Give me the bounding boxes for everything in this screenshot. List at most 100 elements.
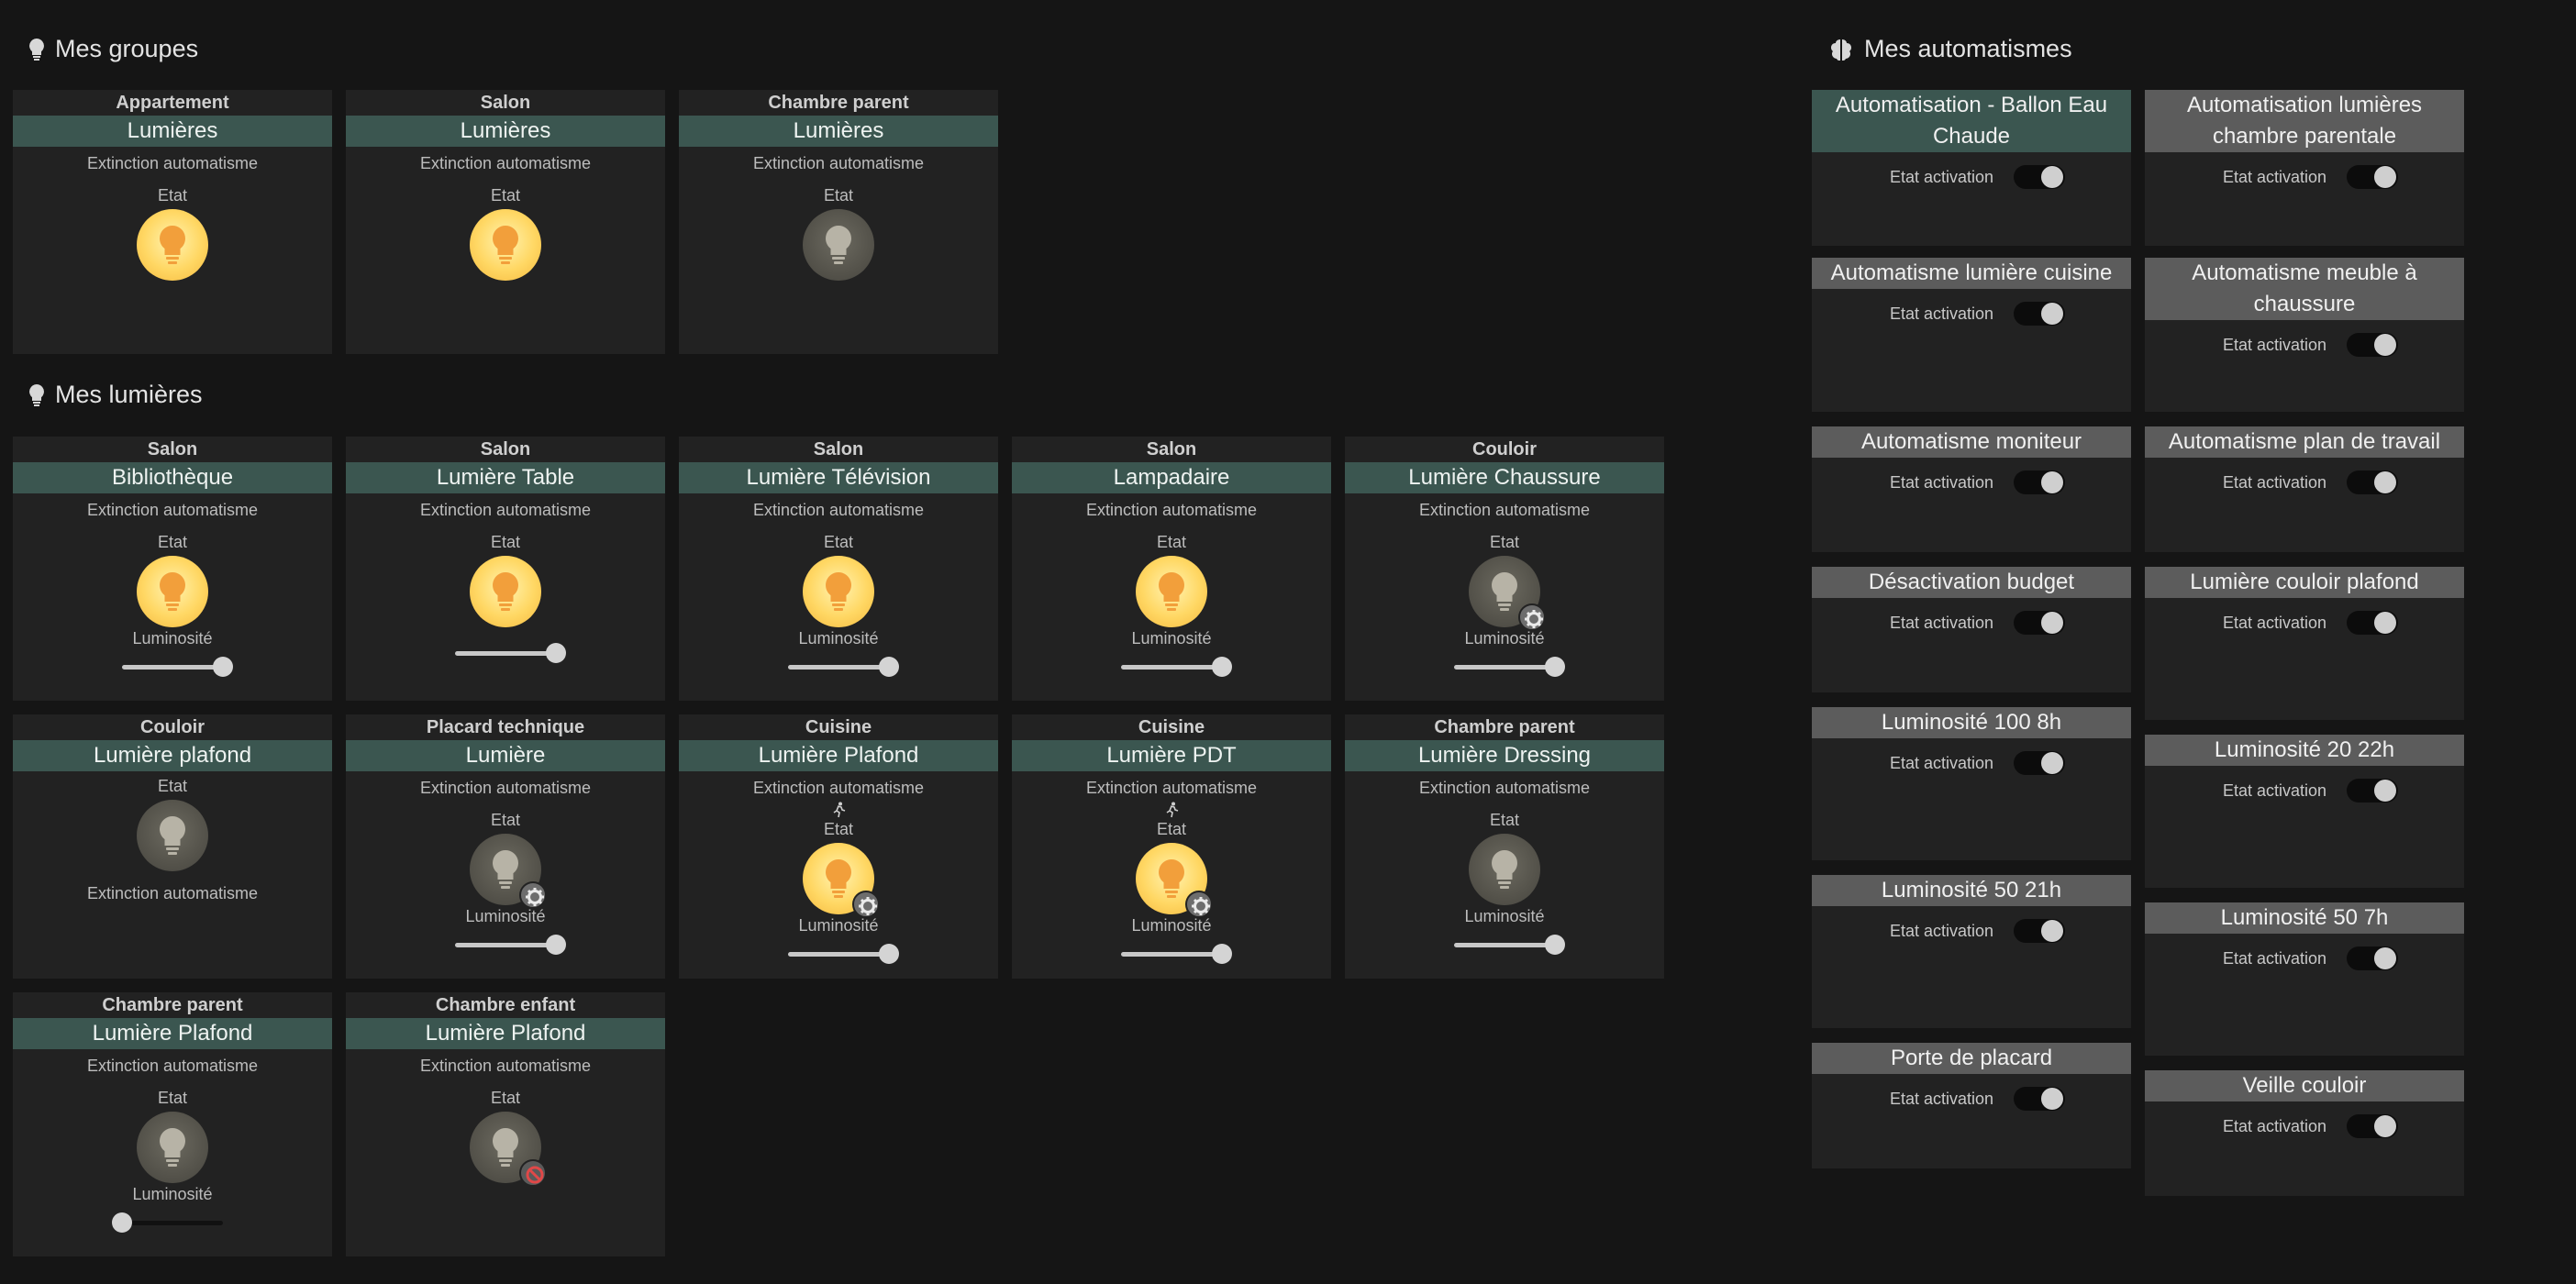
slider-thumb[interactable] (1212, 657, 1232, 677)
slider-thumb[interactable] (546, 643, 566, 663)
etat-label: Etat (490, 811, 521, 829)
device-name[interactable]: Lumière Plafond (13, 1018, 332, 1049)
light-toggle-on[interactable] (470, 209, 541, 281)
lightbulb-icon (1492, 572, 1517, 611)
automation-name[interactable]: Lumière couloir plafond (2145, 567, 2464, 598)
brightness-slider[interactable] (455, 934, 566, 956)
automation-name[interactable]: Luminosité 20 22h (2145, 735, 2464, 766)
slider-thumb[interactable] (112, 1212, 132, 1233)
lightbulb-icon (493, 226, 518, 264)
light-toggle-on[interactable] (1136, 556, 1207, 627)
automation-name[interactable]: Automatisme lumière cuisine (1812, 258, 2131, 289)
device-name[interactable]: Lumière Télévision (679, 462, 998, 493)
slider-thumb[interactable] (1212, 944, 1232, 964)
lightbulb-icon (826, 572, 851, 611)
etat-label: Etat (823, 186, 854, 205)
brightness-slider[interactable] (1121, 656, 1232, 678)
activation-toggle[interactable] (2347, 1114, 2398, 1138)
automation-name[interactable]: Automatisation - Ballon Eau Chaude (1812, 90, 2131, 152)
device-name[interactable]: Lumière Chaussure (1345, 462, 1664, 493)
automation-name[interactable]: Automatisation lumières chambre parental… (2145, 90, 2464, 152)
activation-label: Etat activation (2222, 780, 2326, 800)
activation-toggle[interactable] (2347, 470, 2398, 494)
slider-thumb[interactable] (879, 657, 899, 677)
toggle-knob (2374, 166, 2396, 188)
device-name[interactable]: Bibliothèque (13, 462, 332, 493)
slider-thumb[interactable] (879, 944, 899, 964)
activation-toggle[interactable] (2014, 1087, 2065, 1111)
automation-name[interactable]: Désactivation budget (1812, 567, 2131, 598)
activation-toggle[interactable] (2347, 779, 2398, 802)
light-toggle-on[interactable] (803, 556, 874, 627)
light-toggle-off[interactable] (1469, 556, 1546, 631)
automation-name[interactable]: Automatisme plan de travail (2145, 426, 2464, 458)
activation-toggle[interactable] (2347, 946, 2398, 970)
light-toggle-off[interactable] (470, 834, 547, 909)
activation-label: Etat activation (1889, 304, 1993, 323)
device-name[interactable]: Lumière Table (346, 462, 665, 493)
brightness-slider[interactable] (112, 1212, 223, 1234)
light-card: Couloir Lumière plafond Etat Extinction aut… (13, 714, 332, 979)
device-name[interactable]: Lumières (13, 116, 332, 147)
device-name[interactable]: Lumière plafond (13, 740, 332, 771)
automation-name[interactable]: Porte de placard (1812, 1043, 2131, 1074)
activation-label: Etat activation (2222, 1116, 2326, 1135)
automation-name[interactable]: Veille couloir (2145, 1070, 2464, 1101)
room-label: Salon (147, 439, 198, 459)
lightbulb-icon (493, 1128, 518, 1167)
automation-name[interactable]: Automatisme meuble à chaussure (2145, 258, 2464, 320)
slider-thumb[interactable] (1545, 935, 1565, 955)
device-name[interactable]: Lumières (679, 116, 998, 147)
slider-thumb[interactable] (213, 657, 233, 677)
light-toggle-off[interactable] (803, 209, 874, 281)
activation-toggle[interactable] (2014, 470, 2065, 494)
automation-name[interactable]: Luminosité 50 7h (2145, 902, 2464, 934)
light-card: Chambre parent Lumière Dressing Extinction… (1345, 714, 1664, 979)
luminosite-label: Luminosité (1131, 629, 1212, 648)
brightness-slider[interactable] (788, 943, 899, 965)
brightness-slider[interactable] (455, 642, 566, 664)
light-card: Couloir Lumière Chaussure Extinction autom… (1345, 437, 1664, 701)
light-toggle-on[interactable] (470, 556, 541, 627)
activation-toggle[interactable] (2347, 611, 2398, 635)
device-name[interactable]: Lumière (346, 740, 665, 771)
extinction-label: Extinction automatisme (419, 1057, 592, 1075)
device-name[interactable]: Lumière Dressing (1345, 740, 1664, 771)
light-toggle-off[interactable] (1469, 834, 1540, 905)
gear-icon (1192, 897, 1210, 915)
etat-label: Etat (823, 820, 854, 838)
slider-thumb[interactable] (546, 935, 566, 955)
activation-toggle[interactable] (2014, 919, 2065, 943)
automation-name[interactable]: Luminosité 100 8h (1812, 707, 2131, 738)
activation-toggle[interactable] (2347, 333, 2398, 357)
light-toggle-on[interactable] (803, 843, 880, 918)
brightness-slider[interactable] (1454, 656, 1565, 678)
light-toggle-on[interactable] (137, 209, 208, 281)
device-name[interactable]: Lampadaire (1012, 462, 1331, 493)
slider-thumb[interactable] (1545, 657, 1565, 677)
device-name[interactable]: Lumière Plafond (346, 1018, 665, 1049)
automation-name[interactable]: Luminosité 50 21h (1812, 875, 2131, 906)
brightness-slider[interactable] (1454, 934, 1565, 956)
activation-toggle[interactable] (2014, 165, 2065, 189)
brightness-slider[interactable] (788, 656, 899, 678)
device-name[interactable]: Lumière PDT (1012, 740, 1331, 771)
brightness-slider[interactable] (1121, 943, 1232, 965)
brightness-slider[interactable] (122, 656, 233, 678)
device-name[interactable]: Lumière Plafond (679, 740, 998, 771)
activation-toggle[interactable] (2014, 611, 2065, 635)
light-toggle-off[interactable] (137, 800, 208, 871)
device-name[interactable]: Lumières (346, 116, 665, 147)
light-toggle-off[interactable] (137, 1112, 208, 1183)
light-toggle-on[interactable] (137, 556, 208, 627)
activation-toggle[interactable] (2347, 165, 2398, 189)
activation-toggle[interactable] (2014, 302, 2065, 326)
automation-name[interactable]: Automatisme moniteur (1812, 426, 2131, 458)
light-toggle-on[interactable] (1136, 843, 1213, 918)
extinction-label: Extinction automatisme (1085, 779, 1258, 797)
room-label: Chambre enfant (435, 995, 576, 1015)
light-card: Salon Lampadaire Extinction automatisme Eta… (1012, 437, 1331, 701)
activation-toggle[interactable] (2014, 751, 2065, 775)
luminosite-label: Luminosité (1464, 907, 1545, 925)
light-toggle-off[interactable] (470, 1112, 547, 1187)
